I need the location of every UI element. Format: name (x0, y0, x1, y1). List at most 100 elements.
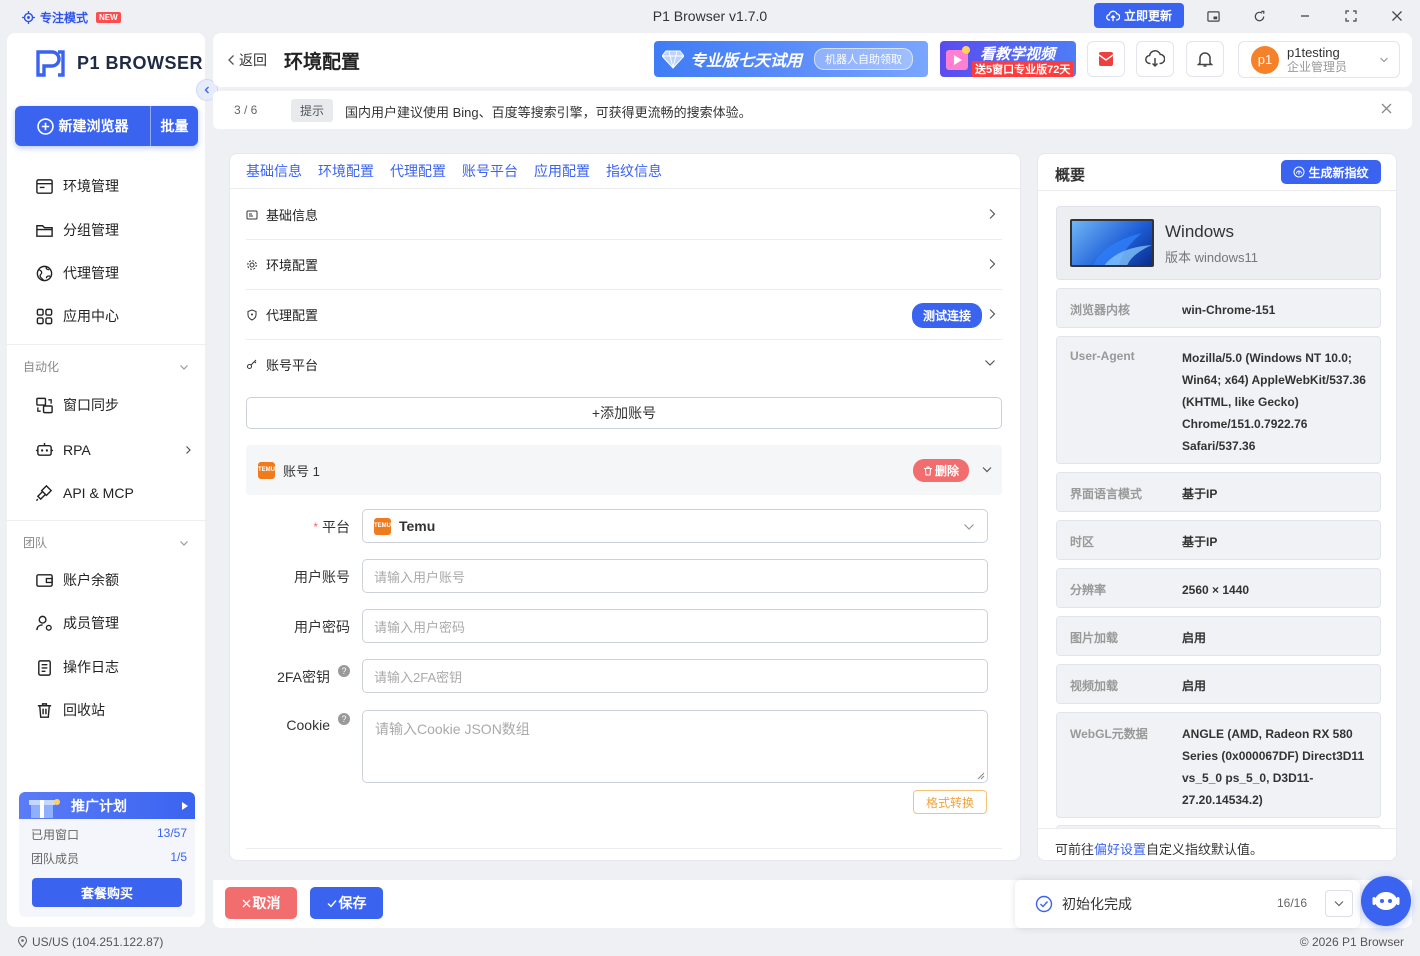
close-window-button[interactable] (1388, 7, 1406, 25)
account-1-header[interactable]: TEMU 账号 1 删除 (246, 445, 1002, 495)
test-connection-button[interactable]: 测试连接 (911, 303, 982, 328)
tip-pagination[interactable]: 3 / 6 (234, 103, 257, 117)
section-label: 账号平台 (266, 357, 319, 373)
chevron-down-icon (985, 360, 995, 366)
chevron-down-icon (1380, 57, 1388, 63)
mail-button[interactable] (1087, 41, 1125, 77)
clipboard-log-icon (38, 659, 51, 676)
cloud-sync-button[interactable] (1136, 41, 1174, 77)
sidebar-item-members[interactable]: 成员管理 (35, 613, 119, 633)
format-convert-button[interactable]: 格式转换 (913, 790, 987, 814)
help-icon[interactable]: ? (338, 713, 350, 725)
footer-prefix: 可前往 (1055, 842, 1095, 857)
back-label: 返回 (239, 52, 267, 68)
cookie-label-text: Cookie (286, 717, 330, 733)
config-form-panel: 基础信息 环境配置 代理配置 账号平台 应用配置 指纹信息 基础信息 环境配置 … (229, 153, 1021, 861)
sidebar-item-recycle-bin[interactable]: 回收站 (35, 700, 105, 720)
user-menu[interactable]: p1 p1testing 企业管理员 (1238, 41, 1400, 78)
bell-icon (1196, 52, 1214, 67)
kv-timezone: 时区 基于IP (1056, 520, 1381, 560)
password-input[interactable]: 请输入用户密码 (362, 609, 988, 643)
update-now-button[interactable]: 立即更新 (1094, 3, 1184, 28)
sidebar-item-label: RPA (63, 441, 91, 458)
section-proxy-config[interactable]: 代理配置 测试连接 (246, 290, 1002, 340)
init-expand-button[interactable] (1325, 890, 1353, 917)
sidebar-item-logs[interactable]: 操作日志 (35, 657, 119, 677)
sidebar-item-proxies[interactable]: 代理管理 (35, 263, 119, 283)
check-icon (327, 899, 337, 908)
used-windows-row: 已用窗口 13/57 (19, 826, 195, 843)
temu-icon: TEMU (258, 461, 275, 479)
cancel-button[interactable]: 取消 (225, 887, 297, 919)
twofa-input[interactable]: 请输入2FA密钥 (362, 659, 988, 693)
team-members-label: 团队成员 (31, 852, 80, 866)
back-button[interactable]: 返回 (227, 50, 267, 70)
id-card-icon (246, 210, 258, 219)
plus-circle-icon (36, 117, 54, 135)
team-section-toggle[interactable]: 团队 (23, 534, 189, 551)
tutorial-video-banner[interactable]: 看教学视频 送5窗口专业版72天 (940, 41, 1076, 77)
minimize-button[interactable] (1296, 7, 1314, 25)
key-icon (247, 359, 257, 369)
kv-browser-kernel: 浏览器内核 win-Chrome-151 (1056, 288, 1381, 328)
automation-section-toggle[interactable]: 自动化 (23, 358, 189, 375)
user-role: 企业管理员 (1287, 59, 1348, 74)
sidebar-item-groups[interactable]: 分组管理 (35, 220, 119, 240)
platform-label: * 平台 (230, 517, 350, 537)
add-account-button[interactable]: +添加账号 (246, 397, 1002, 429)
gear-icon (247, 259, 257, 270)
support-chat-button[interactable] (1361, 876, 1411, 926)
pro-trial-banner[interactable]: 专业版七天试用 机器人自助领取 (654, 41, 928, 77)
cookie-textarea[interactable]: 请输入Cookie JSON数组 (362, 710, 988, 783)
delete-account-button[interactable]: 删除 (912, 459, 969, 482)
refresh-window-button[interactable] (1250, 7, 1268, 25)
kv-value: win-Chrome-151 (1182, 303, 1276, 317)
automation-section-label: 自动化 (23, 360, 60, 374)
new-browser-label: 新建浏览器 (58, 118, 129, 134)
account-1-title: 账号 1 (283, 463, 320, 479)
chevron-left-icon (204, 86, 209, 94)
sidebar-item-apps[interactable]: 应用中心 (35, 306, 119, 326)
tip-text: 国内用户建议使用 Bing、百度等搜索引擎，可获得更流畅的搜索体验。 (345, 105, 752, 120)
platform-label-text: 平台 (322, 519, 350, 535)
tab-app-config[interactable]: 应用配置 (534, 161, 590, 181)
sidebar-item-api-mcp[interactable]: API & MCP (35, 483, 134, 502)
notifications-button[interactable] (1186, 41, 1224, 77)
platform-select[interactable]: TEMU Temu (362, 509, 988, 543)
section-account-platform[interactable]: 账号平台 (246, 339, 1002, 389)
sidebar-item-balance[interactable]: 账户余额 (35, 570, 119, 590)
trash-icon (37, 702, 52, 718)
buy-plan-button[interactable]: 套餐购买 (32, 878, 182, 907)
windows-bloom-icon (1093, 233, 1152, 265)
tabs-divider (230, 188, 1020, 189)
tab-fingerprint-info[interactable]: 指纹信息 (606, 161, 662, 181)
resize-handle-icon[interactable] (977, 772, 985, 780)
tip-close-button[interactable] (1381, 103, 1392, 114)
sidebar-item-rpa[interactable]: RPA (35, 440, 193, 459)
help-icon[interactable]: ? (338, 665, 350, 677)
tab-account-platform[interactable]: 账号平台 (462, 161, 518, 181)
tip-bar: 3 / 6 提示 国内用户建议使用 Bing、百度等搜索引擎，可获得更流畅的搜索… (213, 91, 1412, 129)
maximize-icon (1345, 10, 1357, 22)
tab-proxy-config[interactable]: 代理配置 (390, 161, 446, 181)
generate-fingerprint-button[interactable]: 生成新指纹 (1281, 160, 1381, 184)
check-circle-icon (1035, 895, 1053, 913)
username-input[interactable]: 请输入用户账号 (362, 559, 988, 593)
section-basic-info[interactable]: 基础信息 (246, 190, 1002, 240)
save-button[interactable]: 保存 (310, 887, 383, 919)
sidebar-item-window-sync[interactable]: 窗口同步 (35, 395, 119, 415)
preferences-link[interactable]: 偏好设置 (1094, 842, 1146, 857)
plug-icon (35, 484, 53, 502)
delete-account-label: 删除 (934, 464, 959, 478)
maximize-button[interactable] (1342, 7, 1360, 25)
section-env-config[interactable]: 环境配置 (246, 240, 1002, 290)
init-status-text: 初始化完成 (1062, 896, 1132, 912)
sidebar-item-environments[interactable]: 环境管理 (35, 176, 119, 196)
promo-plan-header[interactable]: 推广计划 (19, 792, 195, 819)
robot-claim-pill: 机器人自助领取 (814, 48, 914, 70)
new-browser-button[interactable]: 新建浏览器 (15, 106, 151, 146)
tab-basic-info[interactable]: 基础信息 (246, 161, 302, 181)
tab-env-config[interactable]: 环境配置 (318, 161, 374, 181)
batch-button[interactable]: 批量 (151, 116, 198, 136)
pip-window-button[interactable] (1204, 7, 1222, 25)
